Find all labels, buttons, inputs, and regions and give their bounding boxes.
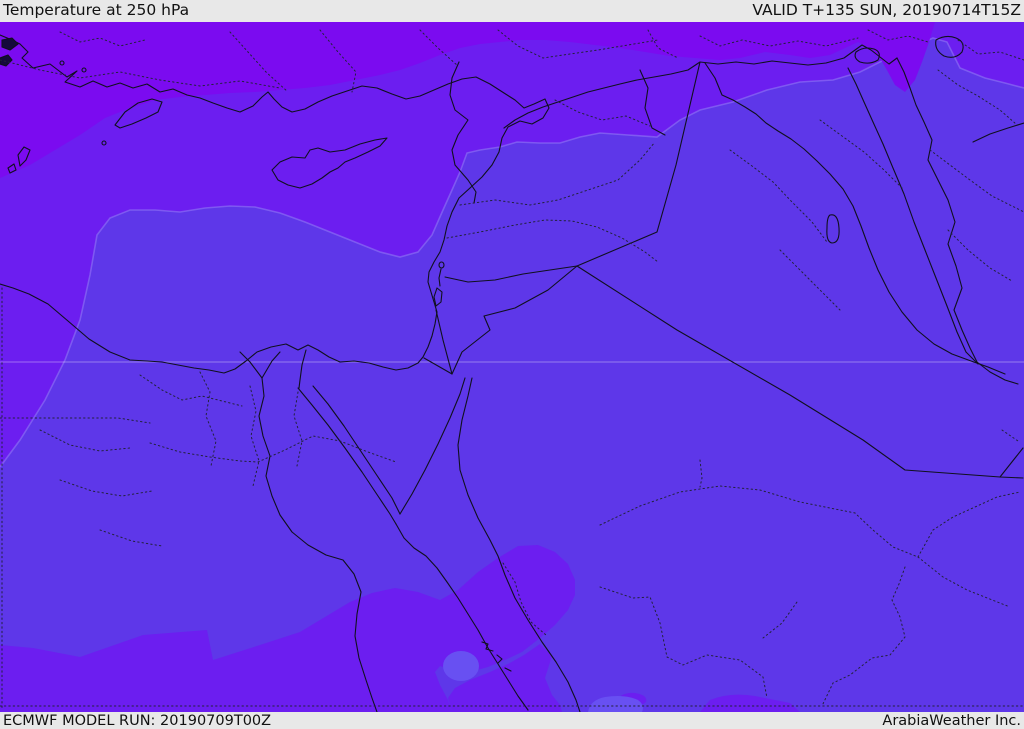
header-bar: Temperature at 250 hPa VALID T+135 SUN, … <box>0 0 1024 22</box>
valid-time-label: VALID T+135 SUN, 20190714T15Z <box>752 1 1021 19</box>
footer-bar: ECMWF MODEL RUN: 20190709T00Z ArabiaWeat… <box>0 712 1024 729</box>
map-title: Temperature at 250 hPa <box>3 1 190 19</box>
model-run-label: ECMWF MODEL RUN: 20190709T00Z <box>3 713 272 729</box>
weather-map-screen: Temperature at 250 hPa VALID T+135 SUN, … <box>0 0 1024 729</box>
temperature-map-svg <box>0 22 1024 712</box>
brand-label: ArabiaWeather Inc. <box>882 713 1021 729</box>
map-canvas <box>0 22 1024 712</box>
